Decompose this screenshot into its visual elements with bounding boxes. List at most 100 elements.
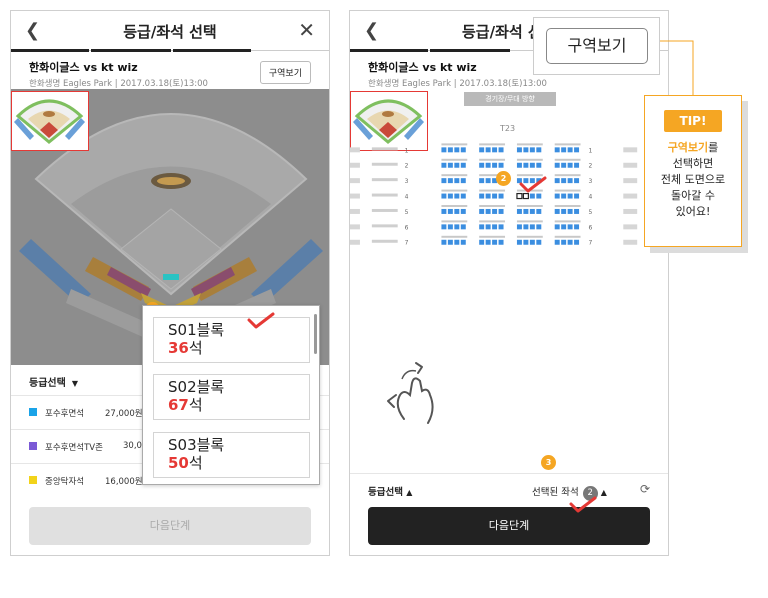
seat[interactable] xyxy=(460,147,466,153)
popup-scrollbar[interactable] xyxy=(314,314,317,354)
grade-select-toggle[interactable]: 등급선택 ▼ xyxy=(29,374,78,389)
seat[interactable] xyxy=(574,224,580,230)
seat[interactable] xyxy=(447,193,453,199)
seat[interactable] xyxy=(460,193,466,199)
next-step-button[interactable]: 다음단계 xyxy=(29,507,311,545)
seat[interactable] xyxy=(441,208,447,214)
seat[interactable] xyxy=(460,239,466,245)
seat[interactable] xyxy=(460,162,466,168)
seat[interactable] xyxy=(574,178,580,184)
seat[interactable] xyxy=(447,208,453,214)
seat[interactable] xyxy=(561,193,567,199)
seat[interactable] xyxy=(492,239,498,245)
seat[interactable] xyxy=(485,239,491,245)
seat[interactable] xyxy=(567,162,573,168)
seat[interactable] xyxy=(554,208,560,214)
seat[interactable] xyxy=(561,147,567,153)
seat[interactable] xyxy=(529,208,535,214)
seat[interactable] xyxy=(536,239,542,245)
seat[interactable] xyxy=(485,208,491,214)
seat[interactable] xyxy=(454,224,460,230)
seat[interactable] xyxy=(574,147,580,153)
seat[interactable] xyxy=(454,239,460,245)
seat[interactable] xyxy=(554,193,560,199)
seat-map[interactable]: 1 1 2 2 3 3 4 4 5 5 6 6 7 7 xyxy=(350,139,668,269)
seat[interactable] xyxy=(529,162,535,168)
seat[interactable] xyxy=(479,147,485,153)
grade-select-toggle[interactable]: 등급선택 ▲ xyxy=(368,484,412,498)
seat[interactable] xyxy=(498,147,504,153)
seat[interactable] xyxy=(479,178,485,184)
seat[interactable] xyxy=(529,239,535,245)
seat[interactable] xyxy=(574,239,580,245)
block-option-s01[interactable]: S01블록 36석 xyxy=(153,317,310,363)
block-option-s02[interactable]: S02블록 67석 xyxy=(153,374,310,420)
seat[interactable] xyxy=(492,224,498,230)
seat[interactable] xyxy=(492,208,498,214)
seat[interactable] xyxy=(485,193,491,199)
seat[interactable] xyxy=(479,193,485,199)
seat[interactable] xyxy=(498,208,504,214)
seat[interactable] xyxy=(479,239,485,245)
seat[interactable] xyxy=(523,208,529,214)
seat[interactable] xyxy=(536,224,542,230)
seat[interactable] xyxy=(454,193,460,199)
seat[interactable] xyxy=(536,147,542,153)
seat[interactable] xyxy=(498,162,504,168)
seat[interactable] xyxy=(447,162,453,168)
seat[interactable] xyxy=(554,224,560,230)
seat[interactable] xyxy=(460,224,466,230)
mini-map-thumbnail[interactable] xyxy=(11,91,89,151)
seat[interactable] xyxy=(554,239,560,245)
zone-view-button-zoomed[interactable]: 구역보기 xyxy=(546,28,648,64)
seat[interactable] xyxy=(567,239,573,245)
seat[interactable] xyxy=(447,178,453,184)
seat[interactable] xyxy=(574,208,580,214)
seat[interactable] xyxy=(561,162,567,168)
seat[interactable] xyxy=(516,239,522,245)
seat[interactable] xyxy=(523,147,529,153)
seat[interactable] xyxy=(516,147,522,153)
seat[interactable] xyxy=(574,162,580,168)
seat[interactable] xyxy=(441,193,447,199)
seat[interactable] xyxy=(441,239,447,245)
seat[interactable] xyxy=(529,147,535,153)
seat[interactable] xyxy=(516,208,522,214)
refresh-icon[interactable]: ⟳ xyxy=(640,482,650,496)
seat[interactable] xyxy=(554,178,560,184)
seat[interactable] xyxy=(561,224,567,230)
seat[interactable] xyxy=(536,208,542,214)
seat[interactable] xyxy=(529,224,535,230)
seat[interactable] xyxy=(498,224,504,230)
seat[interactable] xyxy=(441,147,447,153)
seat[interactable] xyxy=(454,162,460,168)
seat[interactable] xyxy=(561,239,567,245)
seat[interactable] xyxy=(574,193,580,199)
seat[interactable] xyxy=(567,147,573,153)
seat[interactable] xyxy=(554,162,560,168)
seat[interactable] xyxy=(523,224,529,230)
seat[interactable] xyxy=(485,224,491,230)
seat[interactable] xyxy=(441,162,447,168)
seat[interactable] xyxy=(492,193,498,199)
seat[interactable] xyxy=(479,162,485,168)
back-icon[interactable]: ❮ xyxy=(364,20,379,41)
seat[interactable] xyxy=(479,208,485,214)
seat[interactable] xyxy=(554,147,560,153)
seat[interactable] xyxy=(523,239,529,245)
seat[interactable] xyxy=(567,178,573,184)
seat[interactable] xyxy=(536,162,542,168)
seat[interactable] xyxy=(485,147,491,153)
seat[interactable] xyxy=(454,147,460,153)
seat[interactable] xyxy=(460,208,466,214)
seat[interactable] xyxy=(492,147,498,153)
seat[interactable] xyxy=(523,162,529,168)
block-option-s03[interactable]: S03블록 50석 xyxy=(153,432,310,478)
seat[interactable] xyxy=(567,224,573,230)
seat[interactable] xyxy=(498,239,504,245)
seat[interactable] xyxy=(447,147,453,153)
seat[interactable] xyxy=(479,224,485,230)
zone-view-button[interactable]: 구역보기 xyxy=(259,61,311,84)
seat[interactable] xyxy=(492,162,498,168)
seat[interactable] xyxy=(447,239,453,245)
